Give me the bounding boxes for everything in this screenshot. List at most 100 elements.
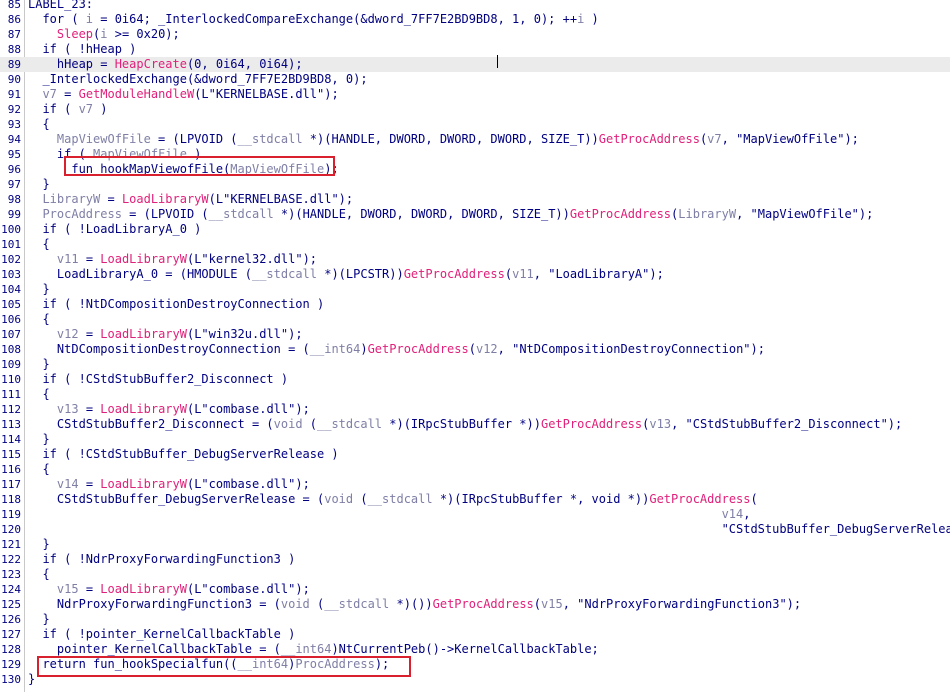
code-text[interactable]: if ( !pointer_KernelCallbackTable ) [28, 627, 295, 642]
function-token[interactable]: GetProcAddress [433, 597, 534, 611]
code-token[interactable]: ( [751, 492, 758, 506]
code-text[interactable]: pointer_KernelCallbackTable = (__int64)N… [28, 642, 599, 657]
code-line[interactable]: 85 LABEL_23: [0, 0, 950, 12]
code-token[interactable]: (L"combase.dll"); [187, 402, 310, 416]
variable-token[interactable]: __stdcall [209, 207, 274, 221]
code-line[interactable]: 97 } [0, 177, 950, 192]
code-token[interactable]: , "CStdStubBuffer2_Disconnect"); [671, 417, 902, 431]
code-line[interactable]: 113 CStdStubBuffer2_Disconnect = (void (… [0, 417, 950, 432]
code-text[interactable]: _InterlockedExchange(&dword_7FF7E2BD9BD8… [28, 72, 367, 87]
code-token[interactable]: , [743, 507, 750, 521]
code-token[interactable]: { [28, 462, 49, 476]
code-text[interactable]: { [28, 117, 49, 132]
code-line[interactable]: 121 } [0, 537, 950, 552]
code-token[interactable] [28, 477, 57, 491]
code-token[interactable]: , "LoadLibraryA"); [534, 267, 664, 281]
code-text[interactable]: if ( !LoadLibraryA_0 ) [28, 222, 201, 237]
code-text[interactable]: } [28, 357, 49, 372]
code-text[interactable]: v11 = LoadLibraryW(L"kernel32.dll"); [28, 252, 317, 267]
code-line[interactable]: 111 { [0, 387, 950, 402]
code-token[interactable] [28, 207, 42, 221]
code-token[interactable] [28, 252, 57, 266]
code-text[interactable]: if ( !CStdStubBuffer_DebugServerRelease … [28, 447, 338, 462]
code-token[interactable]: = [100, 192, 122, 206]
code-token[interactable]: = [79, 252, 101, 266]
code-line[interactable]: 89 hHeap = HeapCreate(0, 0i64, 0i64); [0, 57, 950, 72]
code-token[interactable]: )NtCurrentPeb()->KernelCallbackTable; [331, 642, 598, 656]
code-token[interactable]: CStdStubBuffer2_Disconnect = ( [28, 417, 274, 431]
code-token[interactable]: *)(HANDLE, DWORD, DWORD, DWORD, SIZE_T)) [274, 207, 570, 221]
code-text[interactable]: if ( v7 ) [28, 102, 107, 117]
code-line[interactable]: 103 LoadLibraryA_0 = (HMODULE (__stdcall… [0, 267, 950, 282]
variable-token[interactable]: v13 [649, 417, 671, 431]
variable-token[interactable]: MapViewOfFile [57, 132, 151, 146]
code-text[interactable]: CStdStubBuffer2_Disconnect = (void (__st… [28, 417, 902, 432]
code-line[interactable]: 91 v7 = GetModuleHandleW(L"KERNELBASE.dl… [0, 87, 950, 102]
code-token[interactable] [28, 132, 57, 146]
code-token[interactable]: ( [310, 597, 324, 611]
code-token[interactable] [28, 87, 42, 101]
code-token[interactable]: = (LPVOID ( [122, 207, 208, 221]
code-text[interactable]: MapViewOfFile = (LPVOID (__stdcall *)(HA… [28, 132, 859, 147]
code-token[interactable]: if ( [28, 102, 79, 116]
code-text[interactable]: { [28, 567, 49, 582]
code-token[interactable]: if ( !CStdStubBuffer_DebugServerRelease … [28, 447, 338, 461]
code-line[interactable]: 101 { [0, 237, 950, 252]
code-text[interactable]: for ( i = 0i64; _InterlockedCompareExcha… [28, 12, 598, 27]
code-token[interactable]: (L"combase.dll"); [187, 582, 310, 596]
variable-token[interactable]: ProcAddress [42, 207, 121, 221]
code-token[interactable]: (L"win32u.dll"); [187, 327, 303, 341]
code-token[interactable]: } [28, 177, 49, 191]
code-line[interactable]: 105 if ( !NtDCompositionDestroyConnectio… [0, 297, 950, 312]
code-line[interactable]: 128 pointer_KernelCallbackTable = (__int… [0, 642, 950, 657]
code-token[interactable]: } [28, 432, 49, 446]
code-line[interactable]: 110 if ( !CStdStubBuffer2_Disconnect ) [0, 372, 950, 387]
variable-token[interactable]: v12 [57, 327, 79, 341]
variable-token[interactable]: __stdcall [324, 597, 389, 611]
code-text[interactable]: v12 = LoadLibraryW(L"win32u.dll"); [28, 327, 303, 342]
code-line[interactable]: 106 { [0, 312, 950, 327]
code-token[interactable]: { [28, 312, 49, 326]
code-text[interactable]: hHeap = HeapCreate(0, 0i64, 0i64); [28, 57, 303, 72]
code-line[interactable]: 104 } [0, 282, 950, 297]
code-line[interactable]: 120 "CStdStubBuffer_DebugServerRelease")… [0, 522, 950, 537]
code-text[interactable]: v13 = LoadLibraryW(L"combase.dll"); [28, 402, 310, 417]
code-token[interactable]: (L"combase.dll"); [187, 477, 310, 491]
function-token[interactable]: GetProcAddress [404, 267, 505, 281]
code-token[interactable]: } [28, 357, 49, 371]
variable-token[interactable]: v15 [541, 597, 563, 611]
variable-token[interactable]: v11 [57, 252, 79, 266]
variable-token[interactable]: __stdcall [317, 417, 382, 431]
function-token[interactable]: LoadLibraryW [100, 402, 187, 416]
function-token[interactable]: GetModuleHandleW [79, 87, 195, 101]
code-text[interactable]: CStdStubBuffer_DebugServerRelease = (voi… [28, 492, 758, 507]
variable-token[interactable]: __stdcall [368, 492, 433, 506]
function-token[interactable]: LoadLibraryW [122, 192, 209, 206]
code-text[interactable]: if ( !NdrProxyForwardingFunction3 ) [28, 552, 295, 567]
code-token[interactable]: ( [353, 492, 367, 506]
variable-token[interactable]: v7 [79, 102, 93, 116]
code-line[interactable]: 90 _InterlockedExchange(&dword_7FF7E2BD9… [0, 72, 950, 87]
code-text[interactable]: { [28, 462, 49, 477]
code-line[interactable]: 102 v11 = LoadLibraryW(L"kernel32.dll"); [0, 252, 950, 267]
code-line[interactable]: 94 MapViewOfFile = (LPVOID (__stdcall *)… [0, 132, 950, 147]
code-text[interactable]: LoadLibraryA_0 = (HMODULE (__stdcall *)(… [28, 267, 664, 282]
code-token[interactable]: } [28, 282, 49, 296]
variable-token[interactable]: v12 [476, 342, 498, 356]
code-text[interactable]: v15 = LoadLibraryW(L"combase.dll"); [28, 582, 310, 597]
code-text[interactable]: } [28, 177, 49, 192]
code-line[interactable]: 109 } [0, 357, 950, 372]
variable-token[interactable]: v7 [42, 87, 56, 101]
code-token[interactable]: , "NdrProxyForwardingFunction3"); [563, 597, 801, 611]
code-token[interactable]: (L"KERNELBASE.dll"); [194, 87, 339, 101]
code-line[interactable]: 117 v14 = LoadLibraryW(L"combase.dll"); [0, 477, 950, 492]
code-token[interactable]: LoadLibraryA_0 = (HMODULE ( [28, 267, 252, 281]
code-line[interactable]: 107 v12 = LoadLibraryW(L"win32u.dll"); [0, 327, 950, 342]
code-text[interactable]: NtDCompositionDestroyConnection = (__int… [28, 342, 765, 357]
code-token[interactable] [28, 27, 57, 41]
code-token[interactable]: } [28, 612, 49, 626]
code-token[interactable]: if ( !pointer_KernelCallbackTable ) [28, 627, 295, 641]
code-line[interactable]: 92 if ( v7 ) [0, 102, 950, 117]
code-token[interactable]: = [79, 402, 101, 416]
code-line[interactable]: 99 ProcAddress = (LPVOID (__stdcall *)(H… [0, 207, 950, 222]
